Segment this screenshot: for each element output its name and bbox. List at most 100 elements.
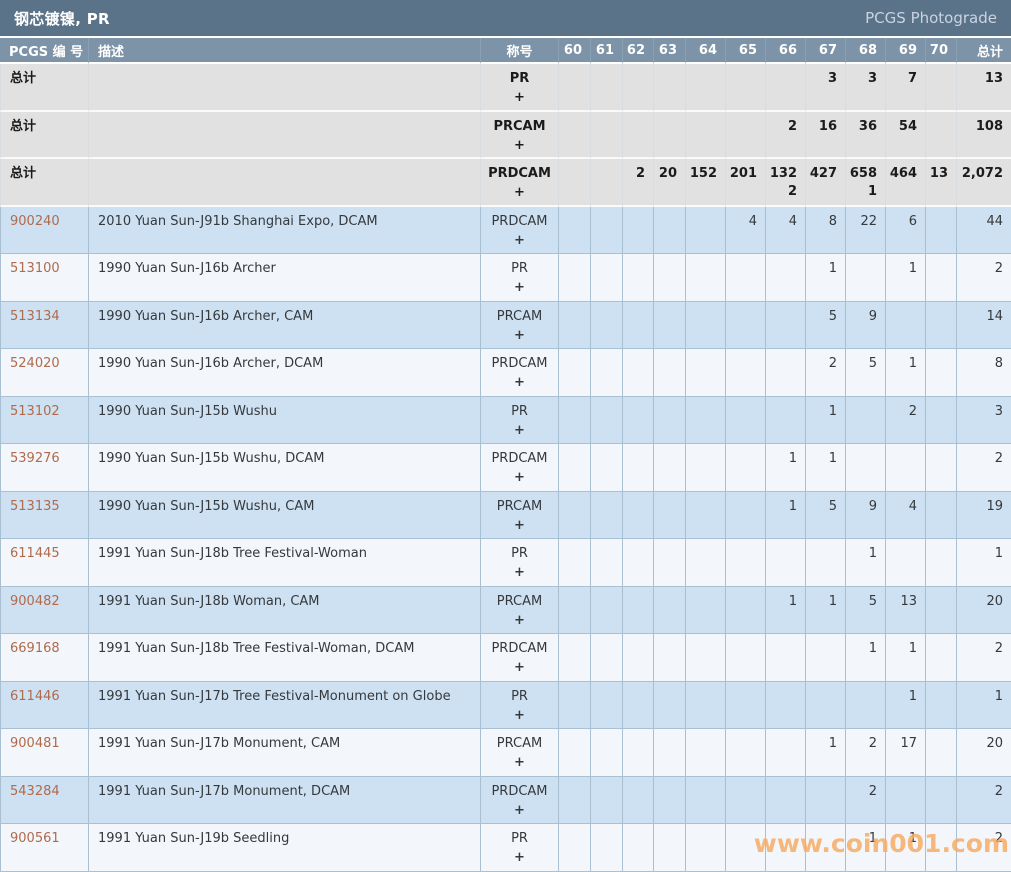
pcgs-number-link[interactable]: 669168	[10, 641, 60, 656]
grade-count: 13	[926, 166, 948, 181]
pcgs-number-cell: 900481	[0, 729, 89, 777]
grade-cell-70	[926, 112, 957, 160]
grade-cell-69: 1	[886, 824, 926, 872]
grade-cell-69	[886, 539, 926, 587]
designation-cell: PR+	[481, 397, 559, 445]
row-total-cell: 2	[957, 444, 1011, 492]
grade-cell-70	[926, 397, 957, 445]
pcgs-number-link[interactable]: 539276	[10, 451, 60, 466]
col-header-grade-68: 68	[846, 38, 886, 64]
grade-cell-67: 1	[806, 587, 846, 635]
designation-cell: PRDCAM+	[481, 634, 559, 682]
grade-cell-66	[766, 824, 806, 872]
grade-cell-60	[559, 587, 591, 635]
grade-cell-69: 1	[886, 682, 926, 730]
grade-cell-66	[766, 64, 806, 112]
plus-sign: +	[481, 233, 558, 248]
description-cell: 1991 Yuan Sun-J18b Tree Festival-Woman, …	[89, 634, 481, 682]
grade-cell-65	[726, 587, 766, 635]
pcgs-number-link[interactable]: 900561	[10, 831, 60, 846]
grade-count: 1	[846, 546, 877, 561]
grade-count: 22	[846, 214, 877, 229]
grade-cell-64	[686, 682, 726, 730]
plus-sign: +	[481, 90, 558, 105]
pcgs-number-link[interactable]: 513134	[10, 309, 60, 324]
table-row: 5131001990 Yuan Sun-J16b ArcherPR+112	[0, 254, 1011, 302]
grade-cell-65: 201	[726, 159, 766, 207]
grade-cell-60	[559, 397, 591, 445]
plus-sign: +	[481, 280, 558, 295]
grade-count: 2	[623, 166, 645, 181]
pcgs-number-cell: 611445	[0, 539, 89, 587]
pcgs-number-cell: 669168	[0, 634, 89, 682]
pcgs-number-link[interactable]: 900240	[10, 214, 60, 229]
grade-count: 2	[846, 736, 877, 751]
grade-cell-66	[766, 254, 806, 302]
pcgs-number-link[interactable]: 513102	[10, 404, 60, 419]
plus-sign: +	[481, 803, 558, 818]
grade-cell-68: 1	[846, 824, 886, 872]
grade-cell-69: 464	[886, 159, 926, 207]
col-header-grade-60: 60	[559, 38, 591, 64]
grade-count: 9	[846, 309, 877, 324]
row-total-cell: 108	[957, 112, 1011, 160]
grade-count: 8	[806, 214, 837, 229]
grade-cell-60	[559, 444, 591, 492]
designation-cell: PRCAM+	[481, 729, 559, 777]
grade-cell-64	[686, 539, 726, 587]
designation-label: PRCAM	[481, 499, 558, 514]
plus-sign: +	[481, 755, 558, 770]
grade-cell-62	[623, 112, 654, 160]
grade-cell-69: 1	[886, 634, 926, 682]
grade-cell-65	[726, 682, 766, 730]
grade-count: 7	[886, 71, 917, 86]
grade-cell-62	[623, 207, 654, 255]
col-header-grade-70: 70	[926, 38, 957, 64]
table-row: 5240201990 Yuan Sun-J16b Archer, DCAMPRD…	[0, 349, 1011, 397]
pcgs-number-link[interactable]: 900481	[10, 736, 60, 751]
grade-cell-66: 1	[766, 587, 806, 635]
grade-count: 1	[886, 831, 917, 846]
pcgs-number-link[interactable]: 611446	[10, 689, 60, 704]
grade-cell-60	[559, 112, 591, 160]
grade-cell-64	[686, 824, 726, 872]
grade-cell-70	[926, 587, 957, 635]
grade-cell-62	[623, 349, 654, 397]
pcgs-number-cell: 900240	[0, 207, 89, 255]
grade-cell-67: 16	[806, 112, 846, 160]
row-total-cell: 20	[957, 587, 1011, 635]
grade-cell-70	[926, 539, 957, 587]
grade-cell-70	[926, 729, 957, 777]
grade-cell-70	[926, 207, 957, 255]
grade-cell-68	[846, 444, 886, 492]
pcgs-number-link[interactable]: 513135	[10, 499, 60, 514]
description-cell: 1991 Yuan Sun-J17b Monument, CAM	[89, 729, 481, 777]
grade-cell-67: 8	[806, 207, 846, 255]
grade-cell-69: 13	[886, 587, 926, 635]
grade-cell-66	[766, 729, 806, 777]
pcgs-number-link[interactable]: 543284	[10, 784, 60, 799]
grade-cell-68: 9	[846, 492, 886, 540]
grade-count: 20	[654, 166, 677, 181]
grade-count: 1	[766, 499, 797, 514]
total-label-cell: 总计	[0, 159, 89, 207]
pcgs-photograde-link[interactable]: PCGS Photograde	[865, 9, 997, 27]
row-total-cell: 2,072	[957, 159, 1011, 207]
pcgs-number-link[interactable]: 900482	[10, 594, 60, 609]
designation-cell: PR+	[481, 254, 559, 302]
grade-cell-68: 1	[846, 634, 886, 682]
grade-cell-65	[726, 397, 766, 445]
grade-cell-61	[591, 64, 623, 112]
grade-cell-66	[766, 397, 806, 445]
pcgs-number-link[interactable]: 513100	[10, 261, 60, 276]
total-row: 总计PRDCAM+22015220113224276581464132,072	[0, 159, 1011, 207]
grade-cell-66: 1322	[766, 159, 806, 207]
grade-cell-70	[926, 349, 957, 397]
grade-cell-60	[559, 824, 591, 872]
plus-sign: +	[481, 375, 558, 390]
pcgs-number-link[interactable]: 611445	[10, 546, 60, 561]
grade-cell-61	[591, 729, 623, 777]
pcgs-number-link[interactable]: 524020	[10, 356, 60, 371]
grade-cell-62	[623, 64, 654, 112]
grade-cell-64	[686, 777, 726, 825]
